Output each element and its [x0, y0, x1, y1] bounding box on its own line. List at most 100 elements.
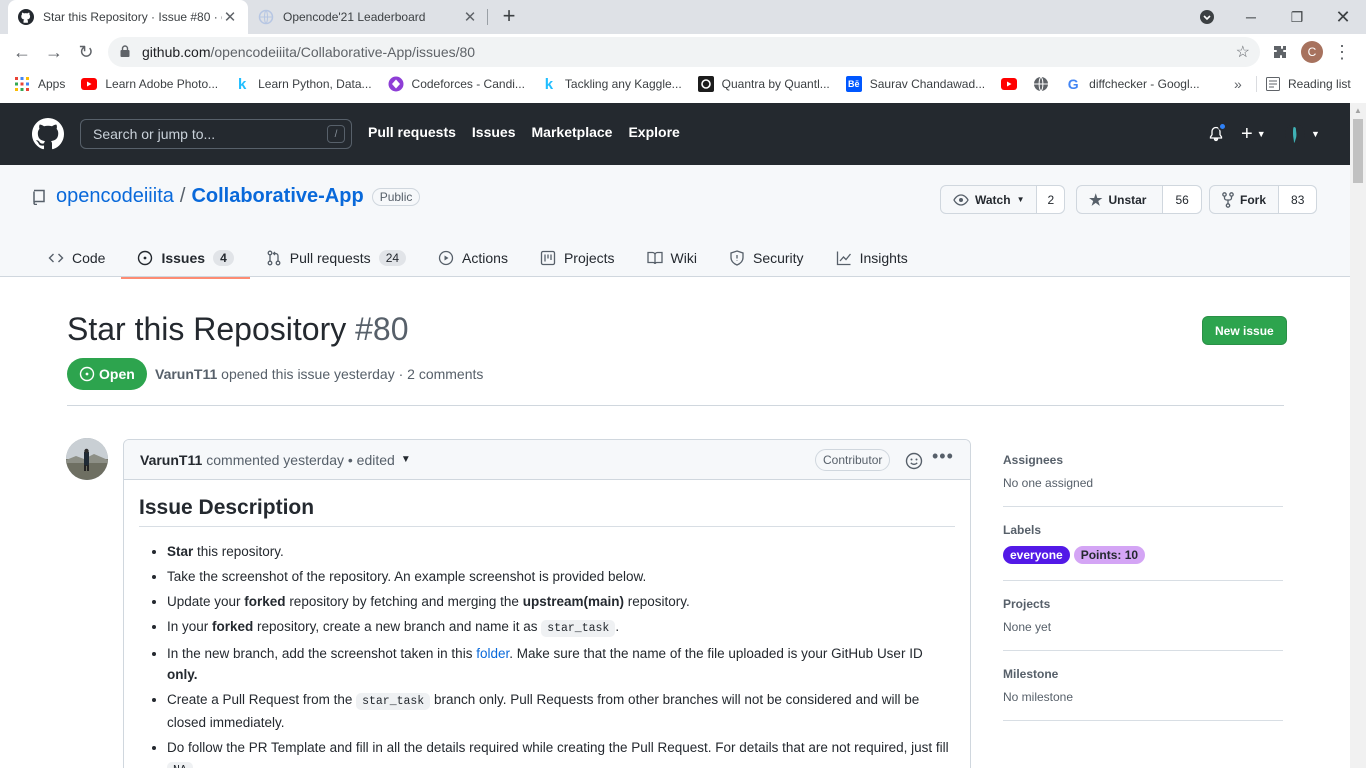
tab-projects[interactable]: Projects — [524, 238, 631, 278]
tab-actions[interactable]: Actions — [422, 238, 524, 278]
bookmark-item[interactable]: k Tackling any Kaggle... — [533, 70, 690, 98]
new-tab-icon[interactable]: + — [498, 5, 520, 27]
tab-counter: 24 — [378, 250, 407, 266]
page-viewport: Search or jump to... / Pull requests Iss… — [0, 103, 1350, 768]
reading-list-icon — [1266, 77, 1280, 91]
commenter-avatar[interactable] — [66, 438, 108, 480]
bookmark-label: Apps — [38, 77, 66, 91]
bookmark-star-icon[interactable]: ☆ — [1236, 42, 1250, 62]
scroll-up-arrow-icon[interactable]: ▲ — [1354, 106, 1362, 115]
new-issue-button[interactable]: New issue — [1202, 316, 1287, 345]
bookmark-item[interactable]: k Learn Python, Data... — [226, 70, 379, 98]
nav-issues[interactable]: Issues — [472, 124, 516, 140]
sidebar-value: None yet — [1003, 620, 1052, 634]
globe-icon — [1033, 76, 1049, 92]
profile-avatar[interactable]: C — [1301, 41, 1323, 63]
repository-tabs: Code Issues 4 Pull requests 24 Actions P… — [32, 238, 924, 279]
watch-button[interactable]: Watch ▼ 2 — [940, 185, 1066, 214]
star-label: Unstar — [1108, 192, 1147, 207]
issue-author-link[interactable]: VarunT11 — [155, 366, 217, 382]
label-points[interactable]: Points: 10 — [1073, 546, 1146, 564]
add-reaction-smiley-icon[interactable] — [905, 452, 923, 470]
tab-search-icon[interactable] — [1184, 0, 1230, 34]
page-scrollbar[interactable]: ▲ — [1350, 103, 1366, 768]
create-new-plus-icon[interactable]: + ▼ — [1241, 103, 1266, 165]
back-arrow-icon[interactable]: ← — [10, 40, 34, 64]
browser-tab-inactive[interactable]: Opencode'21 Leaderboard ✕ — [248, 0, 488, 34]
tab-insights[interactable]: Insights — [820, 238, 924, 278]
forward-arrow-icon[interactable]: → — [42, 40, 66, 64]
browser-tab-active[interactable]: Star this Repository · Issue #80 · c ✕ — [8, 0, 248, 34]
play-icon — [438, 250, 454, 266]
reload-icon[interactable]: ↻ — [74, 40, 98, 64]
tab-code[interactable]: Code — [32, 238, 121, 278]
comment-options-kebab-icon[interactable]: ••• — [932, 446, 954, 467]
more-bookmarks-icon[interactable]: » — [1234, 70, 1242, 98]
comment-meta[interactable]: commented yesterday • edited — [206, 452, 395, 468]
nav-pull-requests[interactable]: Pull requests — [368, 124, 456, 140]
comment-author-link[interactable]: VarunT11 — [140, 452, 202, 468]
reading-list-button[interactable]: Reading list — [1266, 70, 1351, 98]
reading-list-label: Reading list — [1288, 77, 1351, 91]
unstar-button[interactable]: ★ Unstar 56 — [1076, 185, 1202, 214]
nav-marketplace[interactable]: Marketplace — [532, 124, 613, 140]
tab-security[interactable]: Security — [713, 238, 820, 278]
user-avatar — [1285, 124, 1305, 144]
tab-label: Code — [72, 250, 106, 266]
github-logo-icon[interactable] — [32, 118, 64, 150]
browser-tab-strip: Star this Repository · Issue #80 · c ✕ O… — [0, 0, 1366, 34]
bookmark-item[interactable]: Learn Adobe Photo... — [73, 70, 226, 98]
issue-open-icon — [79, 366, 95, 382]
bookmark-item[interactable]: Bē Saurav Chandawad... — [838, 70, 993, 98]
watch-count[interactable]: 2 — [1036, 186, 1065, 213]
tab-pull-requests[interactable]: Pull requests 24 — [250, 238, 422, 278]
bookmark-apps[interactable]: Apps — [0, 70, 73, 98]
bookmark-item[interactable]: Codeforces - Candi... — [380, 70, 533, 98]
contributor-badge: Contributor — [815, 449, 891, 471]
minimize-icon[interactable]: ─ — [1228, 0, 1274, 34]
bookmark-item[interactable] — [1025, 70, 1057, 98]
youtube-icon — [81, 76, 98, 92]
tab-close-icon[interactable]: ✕ — [462, 8, 478, 26]
tab-label: Pull requests — [289, 250, 371, 266]
instructions-list: Star this repository. Take the screensho… — [139, 541, 955, 768]
issue-icon — [137, 250, 153, 266]
repo-owner-link[interactable]: opencodeiiita — [56, 185, 174, 208]
address-bar[interactable]: github.com/opencodeiiita/Collaborative-A… — [108, 37, 1260, 67]
tab-label: Actions — [462, 250, 508, 266]
browser-menu-icon[interactable]: ⋮ — [1330, 40, 1354, 64]
fork-count[interactable]: 83 — [1278, 186, 1317, 213]
restore-icon[interactable]: ❐ — [1274, 0, 1320, 34]
tab-issues[interactable]: Issues 4 — [121, 238, 251, 279]
scrollbar-thumb[interactable] — [1353, 119, 1363, 183]
github-search-input[interactable]: Search or jump to... / — [80, 119, 352, 149]
fork-icon — [1222, 191, 1234, 208]
close-window-icon[interactable]: ✕ — [1320, 0, 1366, 34]
tab-title: Star this Repository · Issue #80 · c — [43, 10, 222, 24]
watch-label: Watch — [975, 192, 1011, 207]
bookmark-item[interactable]: Quantra by Quantl... — [690, 70, 838, 98]
folder-link[interactable]: folder — [476, 646, 509, 661]
tab-close-icon[interactable]: ✕ — [222, 8, 238, 26]
bell-icon[interactable] — [1208, 103, 1224, 165]
issue-state-badge: Open — [67, 358, 147, 390]
kaggle-icon: k — [544, 75, 554, 93]
tab-wiki[interactable]: Wiki — [631, 238, 713, 278]
sidebar-assignees: Assignees No one assigned — [1003, 453, 1283, 507]
github-favicon-icon — [18, 9, 34, 25]
bookmark-item[interactable] — [993, 70, 1025, 98]
repo-name-link[interactable]: Collaborative-App — [191, 185, 363, 208]
label-list: everyone Points: 10 — [1003, 546, 1283, 564]
chevron-down-icon: ▼ — [1016, 195, 1025, 204]
user-avatar-menu[interactable]: ▼ — [1285, 103, 1320, 165]
star-count[interactable]: 56 — [1162, 186, 1201, 213]
label-everyone[interactable]: everyone — [1003, 546, 1070, 564]
nav-explore[interactable]: Explore — [628, 124, 679, 140]
extensions-puzzle-icon[interactable] — [1268, 40, 1292, 64]
repo-path-separator: / — [179, 185, 186, 207]
edit-history-chevron-icon[interactable]: ▼ — [401, 454, 411, 465]
bookmark-label: diffchecker - Googl... — [1089, 77, 1200, 91]
branch-name-code: star_task — [541, 620, 616, 637]
bookmark-item[interactable]: G diffchecker - Googl... — [1057, 70, 1208, 98]
fork-button[interactable]: Fork 83 — [1209, 185, 1318, 214]
